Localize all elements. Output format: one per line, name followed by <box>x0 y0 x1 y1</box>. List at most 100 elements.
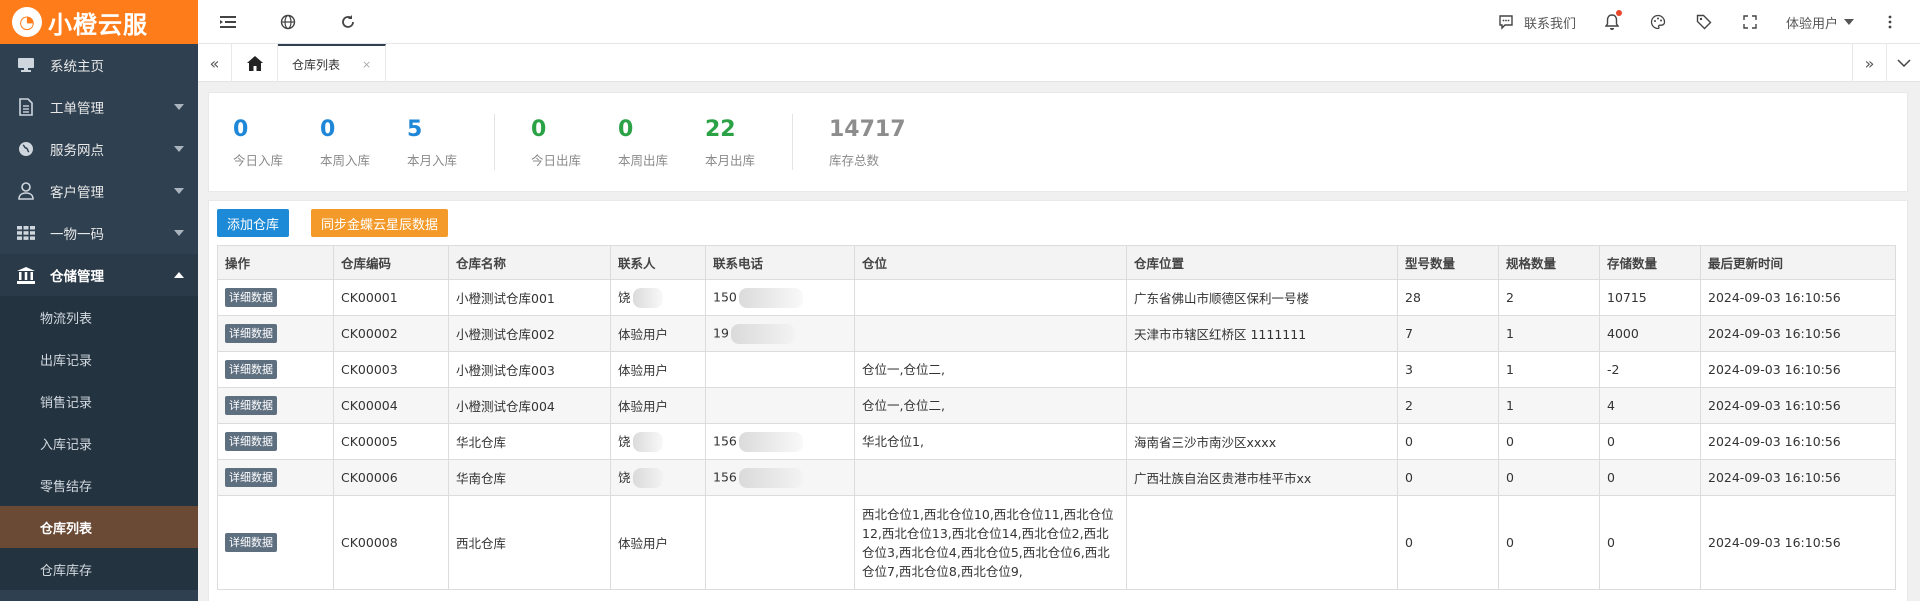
cell-location: 广西壮族自治区贵港市桂平市xx <box>1126 459 1398 496</box>
detail-data-button[interactable]: 详细数据 <box>225 533 277 552</box>
stat-total-stock: 14717 库存总数 <box>829 116 916 169</box>
sidebar-item-workorders[interactable]: 工单管理 <box>0 86 198 128</box>
detail-data-button[interactable]: 详细数据 <box>225 396 277 415</box>
globe-icon[interactable] <box>278 12 298 32</box>
stat-label: 本周出库 <box>618 152 669 168</box>
cell-action: 详细数据 <box>217 459 334 496</box>
table-row: 详细数据 CK00005 华北仓库 饶 156 华北仓位1, 海南省三沙市南沙区xxxx 0 0… <box>217 423 1896 460</box>
menu-toggle-icon[interactable] <box>218 12 238 32</box>
sidebar-item-one-code[interactable]: 一物一码 <box>0 212 198 254</box>
palette-icon[interactable] <box>1648 12 1668 32</box>
sidebar-item-label: 仓储管理 <box>50 269 104 285</box>
table-body: 详细数据 CK00001 小橙测试仓库001 饶 150 广东省佛山市顺德区保利一号楼 28… <box>217 279 1896 590</box>
cell-contact-text: 体验用户 <box>618 399 669 414</box>
cell-stock: 10715 <box>1599 279 1701 316</box>
cell-slots: 华北仓位1, <box>854 423 1127 460</box>
cell-contact: 饶 <box>610 423 706 460</box>
cell-stock: 0 <box>1599 459 1701 496</box>
bell-icon[interactable] <box>1602 10 1622 32</box>
detail-data-button[interactable]: 详细数据 <box>225 432 277 451</box>
detail-data-button[interactable]: 详细数据 <box>225 288 277 307</box>
detail-data-button[interactable]: 详细数据 <box>225 360 277 379</box>
stat-value: 0 <box>531 116 547 142</box>
cell-phone: 19 <box>705 315 855 352</box>
add-warehouse-button[interactable]: 添加仓库 <box>217 209 290 237</box>
cell-models-text: 28 <box>1405 290 1421 305</box>
cell-code: CK00006 <box>333 459 449 496</box>
storage-submenu: 物流列表 出库记录 销售记录 入库记录 零售结存 仓库列表 仓库库存 <box>0 296 198 590</box>
sidebar-item-customers[interactable]: 客户管理 <box>0 170 198 212</box>
column-header[interactable]: 型号数量 <box>1397 245 1499 280</box>
column-header[interactable]: 仓库位置 <box>1126 245 1398 280</box>
logo[interactable]: ◔ 小橙云服 <box>0 0 198 44</box>
tab-warehouse-list[interactable]: 仓库列表 × <box>278 44 387 82</box>
cell-updated-text: 2024-09-03 16:10:56 <box>1708 434 1841 449</box>
column-header[interactable]: 仓库名称 <box>448 245 611 280</box>
cell-updated: 2024-09-03 16:10:56 <box>1700 495 1896 590</box>
sidebar-subitem-warehouse-list[interactable]: 仓库列表 <box>0 506 198 548</box>
tabs-scroll-right-icon[interactable]: » <box>1852 44 1886 82</box>
cell-models: 28 <box>1397 279 1499 316</box>
chevron-down-icon <box>174 230 184 236</box>
column-header[interactable]: 最后更新时间 <box>1700 245 1896 280</box>
cell-contact: 饶 <box>610 279 706 316</box>
table-row: 详细数据 CK00006 华南仓库 饶 156 广西壮族自治区贵港市桂平市xx 0 0 0 202… <box>217 459 1896 496</box>
sidebar-item-service-points[interactable]: 服务网点 <box>0 128 198 170</box>
sidebar-subitem-sales-records[interactable]: 销售记录 <box>0 380 198 422</box>
cell-stock: 4000 <box>1599 315 1701 352</box>
column-header[interactable]: 仓库编码 <box>333 245 449 280</box>
cell-stock: -2 <box>1599 351 1701 388</box>
sidebar-subitem-warehouse-stock[interactable]: 仓库库存 <box>0 548 198 590</box>
column-header[interactable]: 操作 <box>217 245 334 280</box>
cell-contact-text: 体验用户 <box>618 363 669 378</box>
fullscreen-icon[interactable] <box>1740 12 1760 32</box>
sidebar-subitem-outbound-records[interactable]: 出库记录 <box>0 338 198 380</box>
stat-divider <box>494 114 495 170</box>
contact-us-button[interactable]: 联系我们 <box>1496 12 1576 32</box>
cell-updated-text: 2024-09-03 16:10:56 <box>1708 326 1841 341</box>
cell-updated-text: 2024-09-03 16:10:56 <box>1708 362 1841 377</box>
cell-phone <box>705 351 855 388</box>
cell-models: 0 <box>1397 459 1499 496</box>
detail-data-button[interactable]: 详细数据 <box>225 324 277 343</box>
cell-updated: 2024-09-03 16:10:56 <box>1700 279 1896 316</box>
column-header[interactable]: 规格数量 <box>1498 245 1600 280</box>
refresh-icon[interactable] <box>338 12 358 32</box>
sync-kingdee-button[interactable]: 同步金蝶云星辰数据 <box>311 209 449 237</box>
stat-label: 今日出库 <box>531 152 582 168</box>
detail-data-button[interactable]: 详细数据 <box>225 468 277 487</box>
column-header[interactable]: 联系电话 <box>705 245 855 280</box>
sidebar-item-storage[interactable]: 仓储管理 <box>0 254 198 296</box>
cell-slots <box>854 315 1127 352</box>
sidebar-subitem-inbound-records[interactable]: 入库记录 <box>0 422 198 464</box>
top-bar-left <box>218 0 358 44</box>
cell-models-text: 2 <box>1405 398 1413 413</box>
table-row: 详细数据 CK00003 小橙测试仓库003 体验用户 仓位一,仓位二, 3 1 -2 2024… <box>217 351 1896 388</box>
cell-contact: 体验用户 <box>610 351 706 388</box>
cell-models: 0 <box>1397 423 1499 460</box>
tabs-bar: « 仓库列表 × » <box>198 44 1920 82</box>
cell-name: 小橙测试仓库001 <box>448 279 611 316</box>
more-icon[interactable] <box>1880 12 1900 32</box>
cell-stock-text: 4000 <box>1607 326 1639 341</box>
sidebar-item-home[interactable]: 系统主页 <box>0 44 198 86</box>
close-icon[interactable]: × <box>362 58 371 71</box>
cell-contact: 饶 <box>610 459 706 496</box>
sidebar-subitem-logistics[interactable]: 物流列表 <box>0 296 198 338</box>
stat-value: 0 <box>618 116 634 142</box>
tabs-dropdown-icon[interactable] <box>1886 44 1920 82</box>
tag-icon[interactable] <box>1694 12 1714 32</box>
tabs-scroll-left-icon[interactable]: « <box>198 44 232 82</box>
stat-label: 今日入库 <box>233 152 284 168</box>
home-tab[interactable] <box>232 44 278 82</box>
sidebar-item-label: 一物一码 <box>50 227 104 243</box>
user-menu[interactable]: 体验用户 <box>1786 13 1854 32</box>
warehouse-panel: 添加仓库 同步金蝶云星辰数据 操作 仓库编码 仓库名称 联系人 联系电话 仓位 … <box>208 200 1908 601</box>
column-header[interactable]: 联系人 <box>610 245 706 280</box>
sidebar-subitem-retail-balance[interactable]: 零售结存 <box>0 464 198 506</box>
column-header[interactable]: 仓位 <box>854 245 1127 280</box>
cell-name: 小橙测试仓库003 <box>448 351 611 388</box>
table-row: 详细数据 CK00004 小橙测试仓库004 体验用户 仓位一,仓位二, 2 1 4 2024-… <box>217 387 1896 424</box>
column-header[interactable]: 存储数量 <box>1599 245 1701 280</box>
table-row: 详细数据 CK00008 西北仓库 体验用户 西北仓位1,西北仓位10,西北仓位11,西… <box>217 495 1896 590</box>
